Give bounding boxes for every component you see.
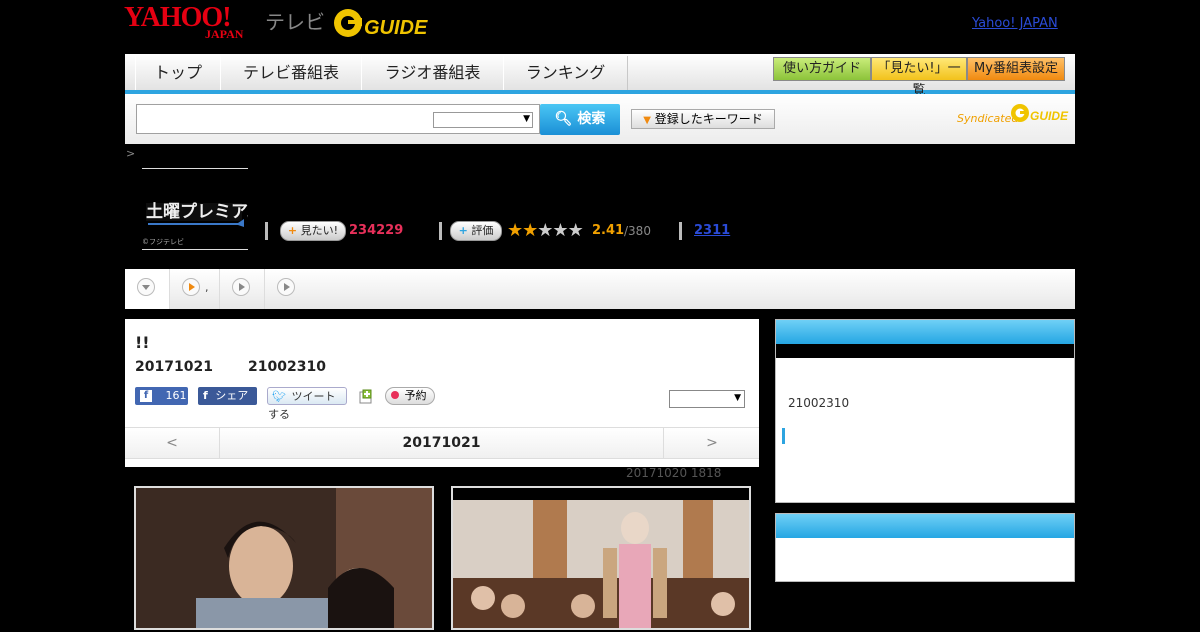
facebook-icon: f: [140, 390, 152, 402]
separator: [439, 222, 442, 240]
search-icon: 🔍︎: [554, 111, 573, 127]
sidebar-box-subheader: [776, 344, 1074, 358]
sidebar-episode-id: 21002310: [788, 396, 850, 410]
yahoo-japan-logo-text: JAPAN: [205, 27, 244, 41]
facebook-share-button[interactable]: f シェア: [198, 387, 257, 405]
pager-prev-button[interactable]: <: [125, 428, 220, 458]
gguide-logo[interactable]: GUIDE: [334, 6, 428, 40]
episode-panel: !! 20171021 21002310 f 161 f シェア 🐦︎ ツイート…: [125, 319, 759, 467]
chevron-down-icon: [137, 278, 155, 296]
rating-stars: ★★★★★: [507, 220, 591, 241]
facebook-icon: f: [203, 389, 208, 402]
main-nav: トップ テレビ番組表 ラジオ番組表 ランキング 使い方ガイド 「見たい!」一覧 …: [125, 54, 1075, 98]
episode-id: 21002310: [248, 359, 326, 375]
chevron-down-icon: ▼: [643, 115, 651, 126]
nav-tab-top[interactable]: トップ: [135, 56, 221, 90]
program-tab-row: ,: [125, 269, 1075, 309]
record-icon: [391, 391, 399, 399]
want-to-watch-label: 見たい!: [300, 224, 339, 237]
want-count: 234229: [349, 223, 404, 238]
episode-photo-1[interactable]: [134, 486, 434, 632]
search-button[interactable]: 🔍︎ 検索: [540, 104, 620, 135]
tv-logo-text[interactable]: テレビ: [265, 6, 325, 35]
program-logo: 土曜プレミアム ©フジテレビ: [142, 168, 248, 250]
play-icon: [182, 278, 200, 296]
tab-broadcast[interactable]: ,: [170, 269, 220, 309]
sidebar-accent-bar: [782, 428, 785, 444]
tab-cast[interactable]: [220, 269, 265, 309]
play-icon: [277, 278, 295, 296]
chevron-down-icon: ▼: [734, 393, 741, 403]
syndicated-logo-text: GUIDE: [1030, 109, 1069, 123]
saved-keywords-label: 登録したキーワード: [654, 112, 763, 126]
syndicated-gguide-logo: GUIDE: [1011, 102, 1069, 124]
want-to-watch-button[interactable]: + 見たい!: [280, 221, 346, 241]
add-bookmark-icon[interactable]: [357, 387, 375, 405]
saved-keywords-button[interactable]: ▼ 登録したキーワード: [631, 109, 775, 129]
star-icon: ★: [522, 220, 539, 241]
facebook-like-button[interactable]: f 161: [135, 387, 188, 405]
chevron-down-icon: ▼: [523, 114, 530, 124]
sidebar-box-header: [776, 320, 1074, 344]
breadcrumb: >: [126, 147, 136, 160]
tab-broadcast-label: ,: [205, 281, 209, 294]
rating-votes: /380: [624, 224, 651, 238]
search-bar: ▼ 🔍︎ 検索 ▼ 登録したキーワード Syndicated GUIDE: [125, 94, 1075, 144]
nav-tab-ranking[interactable]: ランキング: [503, 56, 628, 90]
yahoo-japan-link[interactable]: Yahoo! JAPAN: [972, 16, 1058, 31]
episode-date: 20171021: [135, 359, 213, 375]
episode-photo-2[interactable]: [451, 486, 751, 630]
star-icon: ★: [567, 220, 584, 241]
play-icon: [232, 278, 250, 296]
program-logo-caption: ©フジテレビ: [142, 238, 184, 246]
facebook-like-count: 161: [165, 389, 187, 402]
gguide-logo-text: GUIDE: [364, 17, 428, 39]
nav-tab-radio-listings[interactable]: ラジオ番組表: [361, 56, 504, 90]
sidebar-box-header: [776, 514, 1074, 538]
star-icon: ★: [507, 220, 524, 241]
related-count-link[interactable]: 2311: [694, 223, 730, 238]
plus-icon: +: [458, 224, 468, 237]
episode-select[interactable]: ▼: [669, 390, 745, 408]
twitter-bird-icon: 🐦︎: [272, 390, 286, 403]
facebook-share-label: シェア: [215, 389, 249, 402]
star-icon: ★: [552, 220, 569, 241]
search-button-label: 検索: [577, 111, 606, 127]
reserve-recording-button[interactable]: 予約: [385, 387, 435, 405]
tweet-button[interactable]: 🐦︎ ツイートする: [267, 387, 347, 421]
reserve-label: 予約: [404, 389, 427, 402]
separator: [265, 222, 268, 240]
my-listing-settings-button[interactable]: My番組表設定: [967, 57, 1065, 81]
last-updated: 20171020 1818: [626, 466, 722, 480]
rate-button[interactable]: + 評価: [450, 221, 502, 241]
nav-tab-tv-listings[interactable]: テレビ番組表: [220, 56, 362, 90]
date-pager: < 20171021 >: [125, 427, 759, 459]
pager-next-button[interactable]: >: [663, 428, 760, 458]
sidebar-secondary-box: [775, 513, 1075, 582]
usage-guide-button[interactable]: 使い方ガイド: [773, 57, 871, 81]
separator: [679, 222, 682, 240]
tab-reviews[interactable]: [265, 269, 309, 309]
want-list-button[interactable]: 「見たい!」一覧: [871, 57, 967, 98]
tab-episode-info[interactable]: [125, 269, 170, 309]
sidebar-episode-box: 21002310: [775, 319, 1075, 503]
pager-current-date: 20171021: [402, 435, 481, 451]
syndicated-label: Syndicated: [957, 112, 1019, 125]
rate-label: 評価: [471, 224, 494, 237]
episode-title: !!: [135, 333, 150, 352]
star-icon: ★: [537, 220, 554, 241]
rating-value: 2.41: [592, 223, 625, 238]
svg-text:土曜プレミアム: 土曜プレミアム: [146, 201, 248, 222]
search-category-select[interactable]: ▼: [433, 112, 533, 128]
plus-icon: +: [287, 224, 298, 237]
